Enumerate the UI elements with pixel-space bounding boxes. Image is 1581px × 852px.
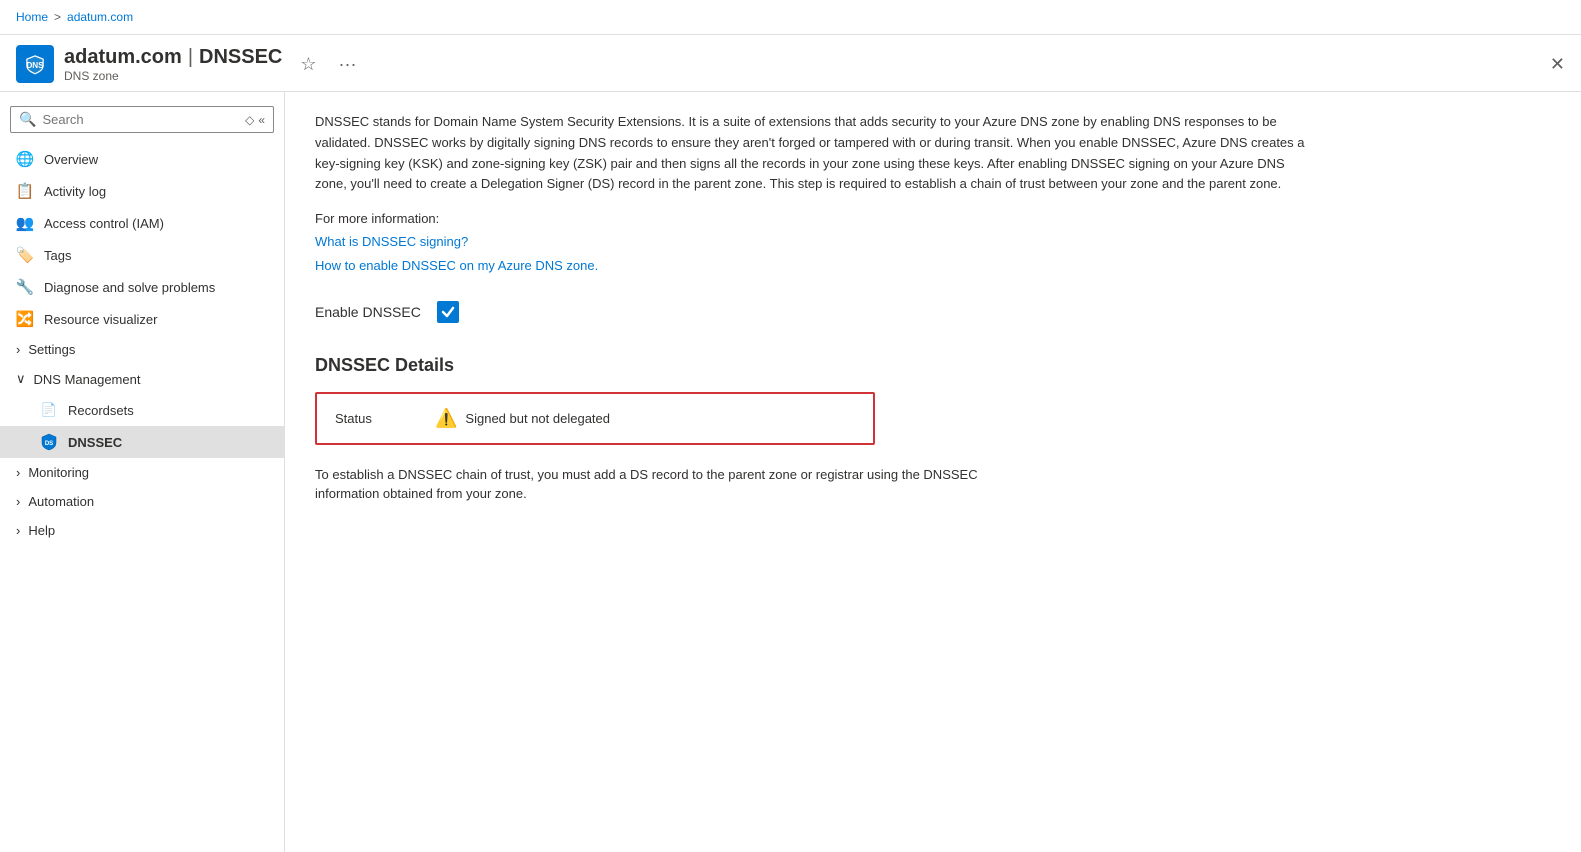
sidebar-label-tags: Tags [44,248,71,263]
sidebar-label-dns-management: DNS Management [34,372,141,387]
favorite-button[interactable]: ☆ [294,52,322,77]
monitoring-expand-icon: › [16,465,20,480]
sidebar-label-resource-visualizer: Resource visualizer [44,312,157,327]
dns-management-expand-icon: ∨ [16,371,26,387]
sidebar-label-overview: Overview [44,152,98,167]
sidebar-item-monitoring[interactable]: › Monitoring [0,458,284,487]
sidebar-label-automation: Automation [28,494,94,509]
sidebar-label-settings: Settings [28,342,75,357]
sidebar-item-activity-log[interactable]: 📋 Activity log [0,175,284,207]
sidebar-item-help[interactable]: › Help [0,516,284,545]
sidebar-item-diagnose[interactable]: 🔧 Diagnose and solve problems [0,271,284,303]
sidebar-label-monitoring: Monitoring [28,465,89,480]
header-actions: ☆ ··· [294,52,362,77]
header-title-group: adatum.com | DNSSEC DNS zone [64,46,282,83]
activity-log-icon: 📋 [16,182,34,200]
main-layout: 🔍 ◇ « 🌐 Overview 📋 Activity log 👥 Access… [0,92,1581,852]
page-title: DNSSEC [199,46,282,69]
bottom-note: To establish a DNSSEC chain of trust, yo… [315,465,995,504]
enable-dnssec-section: Enable DNSSEC [315,301,1551,323]
close-button[interactable]: ✕ [1550,54,1565,75]
status-card: Status ⚠️ Signed but not delegated [315,392,875,445]
dnssec-description: DNSSEC stands for Domain Name System Sec… [315,112,1315,195]
sidebar-item-access-control[interactable]: 👥 Access control (IAM) [0,207,284,239]
resource-visualizer-icon: 🔀 [16,310,34,328]
sidebar-label-help: Help [28,523,55,538]
overview-icon: 🌐 [16,150,34,168]
breadcrumb-home[interactable]: Home [16,10,48,24]
sidebar-label-recordsets: Recordsets [68,403,134,418]
search-input[interactable] [42,112,241,127]
collapse-icon[interactable]: ◇ [245,113,254,127]
enable-dnssec-label: Enable DNSSEC [315,304,421,320]
sidebar: 🔍 ◇ « 🌐 Overview 📋 Activity log 👥 Access… [0,92,285,852]
sidebar-item-dnssec[interactable]: DS DNSSEC [0,426,284,458]
settings-expand-icon: › [16,342,20,357]
hide-sidebar-icon[interactable]: « [258,113,265,127]
help-expand-icon: › [16,523,20,538]
diagnose-icon: 🔧 [16,278,34,296]
sidebar-item-recordsets[interactable]: 📄 Recordsets [0,394,284,426]
breadcrumb-sep: > [54,10,61,24]
sidebar-label-dnssec: DNSSEC [68,435,122,450]
search-icon: 🔍 [19,111,36,128]
resource-type: DNS zone [64,69,282,83]
main-content: DNSSEC stands for Domain Name System Sec… [285,92,1581,852]
svg-text:DNS: DNS [26,61,44,70]
access-control-icon: 👥 [16,214,34,232]
warning-icon: ⚠️ [435,408,457,429]
automation-expand-icon: › [16,494,20,509]
tags-icon: 🏷️ [16,246,34,264]
sidebar-item-resource-visualizer[interactable]: 🔀 Resource visualizer [0,303,284,335]
more-button[interactable]: ··· [333,52,363,77]
page-header: DNS adatum.com | DNSSEC DNS zone ☆ ··· ✕ [0,35,1581,92]
sidebar-controls: ◇ « [245,113,265,127]
header-separator: | [188,46,193,69]
sidebar-label-access-control: Access control (IAM) [44,216,164,231]
status-label: Status [335,411,435,426]
dnssec-details-section: DNSSEC Details Status ⚠️ Signed but not … [315,355,1551,504]
status-text: Signed but not delegated [465,411,610,426]
info-links-section: For more information: What is DNSSEC sig… [315,211,1551,277]
sidebar-label-activity-log: Activity log [44,184,106,199]
status-value: ⚠️ Signed but not delegated [435,408,610,429]
sidebar-label-diagnose: Diagnose and solve problems [44,280,215,295]
sidebar-item-settings[interactable]: › Settings [0,335,284,364]
link-what-is-dnssec[interactable]: What is DNSSEC signing? [315,230,1551,253]
dnssec-icon: DS [40,433,58,451]
link-how-to-enable[interactable]: How to enable DNSSEC on my Azure DNS zon… [315,254,1551,277]
breadcrumb: Home > adatum.com [16,10,133,24]
sidebar-item-automation[interactable]: › Automation [0,487,284,516]
sidebar-item-tags[interactable]: 🏷️ Tags [0,239,284,271]
resource-name: adatum.com [64,46,182,69]
search-box[interactable]: 🔍 ◇ « [10,106,274,133]
breadcrumb-current[interactable]: adatum.com [67,10,133,24]
sidebar-item-dns-management[interactable]: ∨ DNS Management [0,364,284,394]
recordsets-icon: 📄 [40,401,58,419]
enable-dnssec-checkbox[interactable] [437,301,459,323]
details-title: DNSSEC Details [315,355,1551,376]
sidebar-item-overview[interactable]: 🌐 Overview [0,143,284,175]
resource-icon: DNS [16,45,54,83]
svg-text:DS: DS [45,441,53,447]
breadcrumb-bar: Home > adatum.com [0,0,1581,35]
more-info-label: For more information: [315,211,1551,226]
